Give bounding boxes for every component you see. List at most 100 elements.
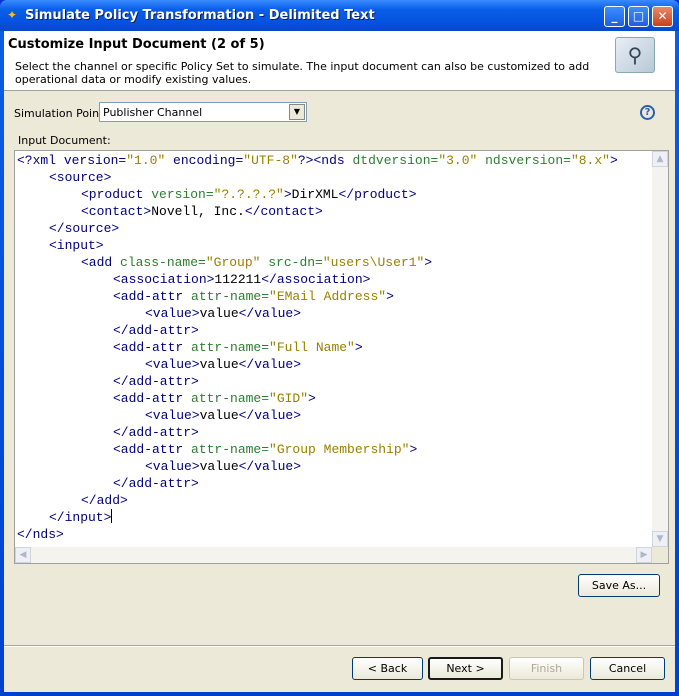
code-line[interactable]: </source> [17,220,618,237]
maximize-button[interactable]: □ [628,6,649,27]
finish-button: Finish [509,657,584,680]
text-cursor [111,509,113,523]
code-line[interactable]: <add-attr attr-name="GID"> [17,390,618,407]
xml-token-tag: </input> [49,510,112,525]
simulation-point-label: Simulation Point: [14,107,108,120]
xml-token-tag: > [409,442,418,457]
code-line[interactable]: <value>value</value> [17,305,618,322]
xml-token-tag: </add> [81,493,128,508]
xml-token-tag: <source> [49,170,112,185]
code-line[interactable]: <product version="?.?.?.?">DirXML</produ… [17,186,618,203]
simulation-point-select[interactable]: Publisher Channel ▼ [99,102,307,122]
xml-token-tag: ?><nds [297,153,353,168]
xml-token-tag: </value> [238,357,302,372]
horizontal-scrollbar[interactable]: ◀ ▶ [15,547,652,563]
xml-token-tag: </add-attr> [113,323,199,338]
code-line[interactable]: </nds> [17,526,618,543]
xml-token-val: "1.0" [126,153,166,168]
xml-token-tag: <value> [145,306,200,321]
code-line[interactable]: </add-attr> [17,424,618,441]
scroll-down-icon[interactable]: ▼ [652,531,668,547]
xml-token-tag: </add-attr> [113,425,199,440]
xml-token-text: value [199,408,239,423]
xml-token-tag: <contact> [81,204,152,219]
code-line[interactable]: <add-attr attr-name="Full Name"> [17,339,618,356]
divider [4,645,675,647]
xml-token-attr: attr-name= [191,289,270,304]
xml-token-tag: </add-attr> [113,476,199,491]
xml-token-attr: class-name= [120,255,206,270]
code-line[interactable]: <value>value</value> [17,458,618,475]
xml-token-val: "?.?.?.?" [213,187,284,202]
xml-token-tag: </add-attr> [113,374,199,389]
xml-token-tag: <input> [49,238,104,253]
code-line[interactable]: </add-attr> [17,475,618,492]
code-line[interactable]: <add-attr attr-name="EMail Address"> [17,288,618,305]
xml-token-text: value [199,306,239,321]
window-title: Simulate Policy Transformation - Delimit… [25,8,375,23]
help-icon[interactable]: ? [640,105,655,120]
code-line[interactable]: </add> [17,492,618,509]
xml-token-tag: </product> [338,187,417,202]
minimize-button[interactable]: _ [604,6,625,27]
cancel-button[interactable]: Cancel [590,657,665,680]
code-line[interactable]: <value>value</value> [17,407,618,424]
code-line[interactable]: </add-attr> [17,322,618,339]
xml-token-text: value [199,357,239,372]
xml-token-val: "8.x" [570,153,610,168]
xml-token-tag: encoding= [165,153,244,168]
next-button[interactable]: Next > [428,657,503,680]
page-description: Select the channel or specific Policy Se… [15,60,590,86]
xml-token-tag: > [308,391,316,406]
code-line[interactable]: <input> [17,237,618,254]
scroll-up-icon[interactable]: ▲ [652,151,668,167]
xml-token-tag: > [283,187,292,202]
input-document-label: Input Document: [18,134,111,147]
code-line[interactable]: </add-attr> [17,373,618,390]
code-line[interactable]: </input> [17,509,618,526]
xml-token-attr: dtdversion= [352,153,439,168]
xml-token-attr: attr-name= [191,340,270,355]
xml-token-val: "Group Membership" [269,442,410,457]
xml-token-text: 112211 [214,272,262,287]
scroll-left-icon[interactable]: ◀ [15,547,31,563]
xml-token-tag: <?xml [17,153,64,168]
simulation-point-value: Publisher Channel [103,106,203,119]
xml-token-tag: </contact> [244,204,323,219]
code-line[interactable]: <add-attr attr-name="Group Membership"> [17,441,618,458]
xml-token-val: "3.0" [438,153,478,168]
close-button[interactable]: ✕ [652,6,673,27]
title-bar[interactable]: ✦ Simulate Policy Transformation - Delim… [0,0,679,31]
xml-token-tag: <value> [145,408,200,423]
xml-token-tag: <add-attr [113,391,192,406]
code-line[interactable]: <contact>Novell, Inc.</contact> [17,203,618,220]
xml-token-tag: > [386,289,394,304]
xml-token-tag: <add-attr [113,442,192,457]
vertical-scrollbar[interactable]: ▲ ▼ [652,151,668,547]
code-line[interactable]: <value>value</value> [17,356,618,373]
xml-token-tag: <association> [113,272,215,287]
save-as-button[interactable]: Save As... [578,574,660,597]
input-document-editor[interactable]: <?xml version="1.0" encoding="UTF-8"?><n… [14,150,669,564]
code-line[interactable]: <?xml version="1.0" encoding="UTF-8"?><n… [17,152,618,169]
xml-token-tag: > [609,153,618,168]
xml-token-tag: version= [63,153,127,168]
xml-token-attr: ndsversion= [477,153,571,168]
wizard-compass-icon: ⚲ [615,37,655,73]
chevron-down-icon[interactable]: ▼ [289,104,305,120]
code-line[interactable]: <add class-name="Group" src-dn="users\Us… [17,254,618,271]
wizard-header: Customize Input Document (2 of 5) Select… [4,31,675,91]
scroll-right-icon[interactable]: ▶ [636,547,652,563]
code-line[interactable]: <association>112211</association> [17,271,618,288]
xml-token-tag: <product [81,187,152,202]
xml-token-text: Novell, Inc. [151,204,245,219]
back-button[interactable]: < Back [352,657,423,680]
xml-token-tag: </value> [238,459,302,474]
xml-token-tag: <value> [145,357,200,372]
xml-code[interactable]: <?xml version="1.0" encoding="UTF-8"?><n… [17,152,618,543]
xml-token-val: "Group" [205,255,261,270]
xml-token-attr: attr-name= [191,391,270,406]
dialog-client: Customize Input Document (2 of 5) Select… [4,31,675,692]
code-line[interactable]: <source> [17,169,618,186]
xml-token-tag: <add [81,255,121,270]
